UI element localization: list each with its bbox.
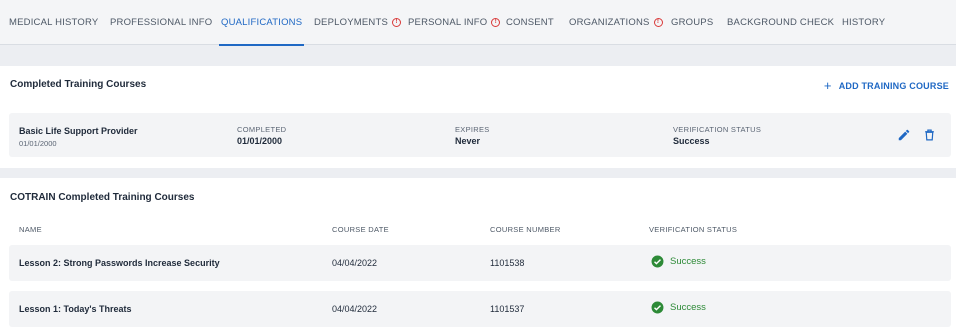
alert-icon: ! — [392, 17, 401, 27]
course-number: 1101537 — [490, 304, 525, 314]
completed-value: 01/01/2000 — [237, 136, 283, 146]
table-header: NAME COURSE DATE COURSE NUMBER VERIFICAT… — [9, 222, 951, 238]
check-circle-icon — [651, 301, 664, 314]
tab-label: PROFESSIONAL INFO — [110, 16, 213, 28]
tab-label: BACKGROUND CHECK — [727, 16, 835, 28]
tab-label: GROUPS — [671, 16, 714, 28]
tab-label: PERSONAL INFO — [408, 16, 488, 28]
section-title: COTRAIN Completed Training Courses — [10, 192, 195, 203]
alert-icon: ! — [653, 17, 663, 27]
course-name: Basic Life Support Provider — [19, 126, 138, 136]
course-date: 04/04/2022 — [332, 258, 378, 268]
tab-medical-history[interactable]: MEDICAL HISTORY — [9, 0, 98, 45]
tab-organizations[interactable]: ORGANIZATIONS ! — [569, 0, 663, 45]
verification-value: Success — [673, 136, 710, 146]
course-number: 1101538 — [490, 258, 525, 268]
plus-icon: + — [823, 78, 832, 93]
tab-qualifications[interactable]: QUALIFICATIONS — [218, 0, 305, 46]
verification-cell: VERIFICATION STATUS Success — [673, 125, 761, 146]
verification-status: Success — [651, 301, 706, 314]
tab-label: ORGANIZATIONS — [569, 16, 650, 28]
expires-cell: EXPIRES Never — [455, 125, 490, 146]
tab-label: HISTORY — [842, 16, 886, 28]
training-course-row: Basic Life Support Provider 01/01/2000 C… — [9, 113, 951, 157]
check-circle-icon — [651, 255, 664, 268]
course-name-cell: Basic Life Support Provider 01/01/2000 — [19, 126, 138, 148]
tab-bar: MEDICAL HISTORY PROFESSIONAL INFO QUALIF… — [0, 0, 956, 46]
tab-history[interactable]: HISTORY — [842, 0, 885, 45]
add-training-course-button[interactable]: + ADD TRAINING COURSE — [824, 79, 949, 92]
table-row: Lesson 1: Today's Threats 04/04/2022 110… — [9, 291, 951, 327]
status-text: Success — [670, 302, 706, 313]
column-header-course-date: COURSE DATE — [332, 225, 389, 234]
completed-training-card: Completed Training Courses + ADD TRAININ… — [0, 66, 956, 168]
tab-consent[interactable]: CONSENT — [506, 0, 554, 45]
course-date: 01/01/2000 — [19, 139, 57, 148]
status-text: Success — [670, 256, 706, 267]
edit-icon[interactable] — [897, 128, 911, 142]
column-header-verification-status: VERIFICATION STATUS — [649, 225, 738, 234]
tab-label: QUALIFICATIONS — [221, 16, 303, 28]
tab-deployments[interactable]: DEPLOYMENTS ! — [314, 0, 401, 45]
completed-cell: COMPLETED 01/01/2000 — [237, 125, 286, 146]
tab-personal-info[interactable]: PERSONAL INFO ! — [408, 0, 501, 45]
verification-status: Success — [651, 255, 706, 268]
completed-label: COMPLETED — [237, 125, 287, 134]
section-title: Completed Training Courses — [10, 79, 147, 90]
cotrain-training-card: COTRAIN Completed Training Courses NAME … — [0, 178, 956, 330]
column-header-course-number: COURSE NUMBER — [490, 225, 561, 234]
add-training-course-label: ADD TRAINING COURSE — [838, 80, 949, 91]
expires-label: EXPIRES — [455, 125, 490, 134]
tab-label: CONSENT — [506, 16, 554, 28]
verification-label: VERIFICATION STATUS — [673, 125, 762, 134]
tab-background-check[interactable]: BACKGROUND CHECK — [727, 0, 834, 45]
course-date: 04/04/2022 — [332, 304, 378, 314]
tab-groups[interactable]: GROUPS — [671, 0, 713, 45]
expires-value: Never — [455, 136, 481, 146]
delete-icon[interactable] — [923, 128, 937, 142]
tab-label: MEDICAL HISTORY — [9, 16, 99, 28]
course-name: Lesson 1: Today's Threats — [19, 304, 132, 314]
course-name: Lesson 2: Strong Passwords Increase Secu… — [19, 258, 220, 268]
alert-icon: ! — [491, 17, 501, 27]
tab-label: DEPLOYMENTS — [314, 16, 388, 28]
table-row: Lesson 2: Strong Passwords Increase Secu… — [9, 245, 951, 281]
tab-professional-info[interactable]: PROFESSIONAL INFO — [110, 0, 212, 45]
column-header-name: NAME — [19, 225, 42, 234]
